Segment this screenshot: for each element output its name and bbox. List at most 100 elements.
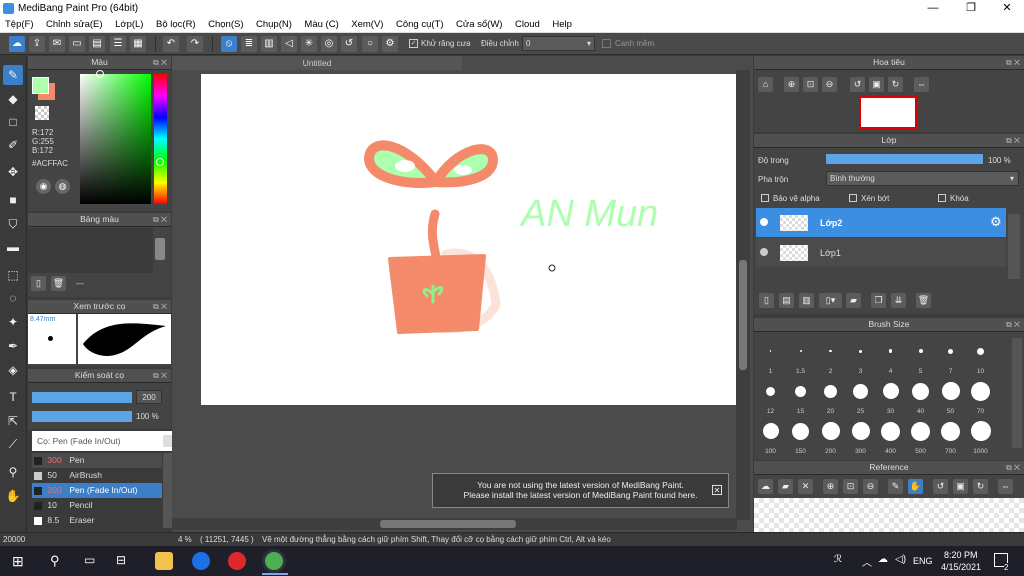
no-snap-icon[interactable]: ⦸ bbox=[221, 36, 237, 52]
canvas[interactable]: AN Mun bbox=[201, 74, 736, 405]
visibility-icon[interactable] bbox=[760, 218, 768, 226]
canvas-tab[interactable]: Untitled bbox=[172, 56, 462, 70]
chrome-icon[interactable] bbox=[265, 552, 283, 570]
file-explorer-icon[interactable] bbox=[155, 552, 173, 570]
ref-eyedropper-icon[interactable]: ✎ bbox=[888, 479, 903, 494]
divide-tool-icon[interactable]: ⟋ bbox=[3, 434, 23, 454]
ref-zoom-in-icon[interactable]: ⊕ bbox=[823, 479, 838, 494]
ref-flip-icon[interactable]: ⇔ bbox=[998, 479, 1013, 494]
delete-layer-icon[interactable]: 🗑 bbox=[916, 293, 931, 308]
new-halftone-layer-icon[interactable]: ▤ bbox=[779, 293, 794, 308]
operation-tool-icon[interactable]: ⇱ bbox=[3, 411, 23, 431]
brush-size-slider[interactable] bbox=[32, 392, 132, 403]
clipping-checkbox[interactable] bbox=[849, 194, 857, 202]
palette-icon[interactable]: ◉ bbox=[36, 179, 51, 194]
rect-tool-icon[interactable]: □ bbox=[3, 112, 23, 132]
search-icon[interactable]: ⚲ bbox=[50, 553, 60, 569]
hue-slider[interactable] bbox=[154, 74, 167, 204]
eraser-tool-icon[interactable]: ◆ bbox=[3, 89, 23, 109]
ref-hand-icon[interactable]: ✋ bbox=[908, 479, 923, 494]
merge-layer-icon[interactable]: ⇊ bbox=[891, 293, 906, 308]
export-icon[interactable]: ⇪ bbox=[29, 36, 45, 52]
close-button[interactable]: ✕ bbox=[990, 0, 1024, 17]
folder-icon[interactable]: ▰ bbox=[846, 293, 861, 308]
brush-item-airbrush[interactable]: 50 AirBrush bbox=[32, 468, 162, 483]
menu-cloud[interactable]: Cloud bbox=[510, 17, 545, 30]
brush-item-pen-fade[interactable]: 200 Pen (Fade In/Out) bbox=[32, 483, 162, 498]
menu-help[interactable]: Help bbox=[547, 17, 577, 30]
transparent-color-swatch[interactable] bbox=[35, 106, 49, 120]
gradient-tool-icon[interactable]: ▬ bbox=[3, 237, 23, 257]
windows-start-icon[interactable]: ⊞ bbox=[12, 554, 26, 568]
ref-rotate-fit-icon[interactable]: ▣ bbox=[953, 479, 968, 494]
rotate-left-icon[interactable]: ↺ bbox=[850, 77, 865, 92]
new-8bit-layer-icon[interactable]: ▥ bbox=[799, 293, 814, 308]
brush-size-value[interactable]: 200 bbox=[136, 390, 162, 404]
layer-row[interactable]: Lớp2 ⚙ bbox=[756, 208, 1006, 237]
close-reference-icon[interactable]: ✕ bbox=[798, 479, 813, 494]
brush-size-cell[interactable]: 15 bbox=[786, 377, 815, 415]
snap-checkbox[interactable] bbox=[602, 39, 611, 48]
reference-image-area[interactable] bbox=[754, 498, 1024, 532]
brush-size-cell[interactable]: 70 bbox=[966, 377, 995, 415]
cross-snap-icon[interactable]: ▥ bbox=[261, 36, 277, 52]
ref-rotate-left-icon[interactable]: ↺ bbox=[933, 479, 948, 494]
store-icon[interactable]: ⊟ bbox=[116, 553, 126, 567]
horizontal-scrollbar[interactable] bbox=[172, 518, 737, 530]
brush-size-cell[interactable]: 200 bbox=[816, 417, 845, 455]
select-tool-icon[interactable]: ⬚ bbox=[3, 265, 23, 285]
bucket-tool-icon[interactable]: ⛉ bbox=[3, 214, 23, 234]
vertical-scrollbar[interactable] bbox=[736, 70, 750, 520]
brush-size-cell[interactable]: 40 bbox=[906, 377, 935, 415]
zalo-icon[interactable] bbox=[192, 552, 210, 570]
clock-date[interactable]: 4/15/2021 bbox=[941, 562, 981, 572]
menu-file[interactable]: Tệp(F) bbox=[0, 17, 39, 30]
brush-size-cell[interactable]: 5 bbox=[906, 337, 935, 375]
vanishing-snap-icon[interactable]: ◁ bbox=[281, 36, 297, 52]
radial-snap-icon[interactable]: ✳ bbox=[301, 36, 317, 52]
layer-row[interactable]: Lớp1 bbox=[756, 238, 1006, 267]
page-icon[interactable]: ▭ bbox=[69, 36, 85, 52]
brush-item-pen[interactable]: 300 Pen bbox=[32, 453, 162, 468]
concentric-snap-icon[interactable]: ◎ bbox=[321, 36, 337, 52]
close-notice-icon[interactable]: ✕ bbox=[712, 485, 722, 495]
menu-tools[interactable]: Công cụ(T) bbox=[391, 17, 449, 30]
parallel-snap-icon[interactable]: ≣ bbox=[241, 36, 257, 52]
menu-layer[interactable]: Lớp(L) bbox=[110, 17, 148, 30]
maximize-button[interactable]: ❐ bbox=[954, 0, 988, 17]
brush-size-cell[interactable]: 2 bbox=[816, 337, 845, 375]
blend-mode-select[interactable]: Bình thường ▾ bbox=[826, 171, 1019, 186]
layer-opacity-slider[interactable] bbox=[826, 154, 983, 164]
ref-fit-icon[interactable]: ⊡ bbox=[843, 479, 858, 494]
brush-size-cell[interactable]: 50 bbox=[936, 377, 965, 415]
hue-cursor[interactable] bbox=[156, 158, 164, 166]
circle-snap-icon[interactable]: ○ bbox=[362, 36, 378, 52]
ref-zoom-out-icon[interactable]: ⊖ bbox=[863, 479, 878, 494]
menu-window[interactable]: Cửa sổ(W) bbox=[451, 17, 507, 30]
opera-icon[interactable] bbox=[228, 552, 246, 570]
brush-size-scrollbar[interactable] bbox=[1012, 338, 1022, 448]
brush-size-cell[interactable]: 700 bbox=[936, 417, 965, 455]
document-icon[interactable]: ▤ bbox=[89, 36, 105, 52]
brush-size-cell[interactable]: 4 bbox=[876, 337, 905, 375]
zoom-out-icon[interactable]: ⊖ bbox=[822, 77, 837, 92]
color-picker-cursor[interactable] bbox=[96, 70, 104, 78]
brush-size-cell[interactable]: 1 bbox=[756, 337, 785, 375]
eyedropper-tool-icon[interactable]: ⚲ bbox=[3, 462, 23, 482]
dot-pen-icon[interactable]: ✐ bbox=[3, 135, 23, 155]
rotate-right-icon[interactable]: ↻ bbox=[888, 77, 903, 92]
lock-checkbox[interactable] bbox=[938, 194, 946, 202]
new-palette-icon[interactable]: ▯ bbox=[31, 276, 46, 291]
hand-tool-icon[interactable]: ✋ bbox=[3, 486, 23, 506]
palette-add-icon[interactable]: ◍ bbox=[55, 179, 70, 194]
brush-size-cell[interactable]: 1000 bbox=[966, 417, 995, 455]
brush-item-pencil[interactable]: 10 Pencil bbox=[32, 498, 162, 513]
brush-size-cell[interactable]: 500 bbox=[906, 417, 935, 455]
cloud-download-icon[interactable]: ☁ bbox=[758, 479, 773, 494]
brush-size-cell[interactable]: 25 bbox=[846, 377, 875, 415]
chevron-up-icon[interactable]: ︿ bbox=[862, 554, 872, 569]
text-tool-icon[interactable]: T bbox=[3, 387, 23, 407]
palette-area[interactable] bbox=[28, 228, 153, 273]
menu-edit[interactable]: Chỉnh sửa(E) bbox=[41, 17, 108, 30]
menu-select[interactable]: Chọn(S) bbox=[203, 17, 248, 30]
